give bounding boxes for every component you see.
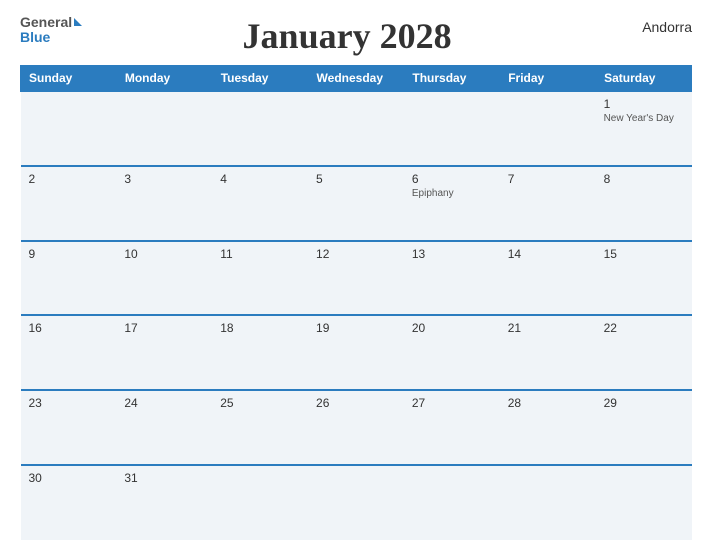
calendar-cell: 24 [116,390,212,465]
header-monday: Monday [116,66,212,92]
header-wednesday: Wednesday [308,66,404,92]
day-number: 7 [508,172,588,186]
calendar-cell: 21 [500,315,596,390]
header-sunday: Sunday [21,66,117,92]
header-thursday: Thursday [404,66,500,92]
calendar-cell: 8 [596,166,692,241]
calendar-week-row: 1 New Year's Day [21,91,692,166]
calendar-week-row: 2 3 4 5 6 Epiphany 7 8 [21,166,692,241]
day-number: 8 [604,172,684,186]
day-number: 25 [220,396,300,410]
calendar-cell: 2 [21,166,117,241]
calendar-page: General Blue January 2028 Andorra Sunday… [0,0,712,550]
calendar-cell: 25 [212,390,308,465]
day-number: 21 [508,321,588,335]
calendar-cell [116,91,212,166]
calendar-week-row: 23 24 25 26 27 28 29 [21,390,692,465]
day-number: 9 [29,247,109,261]
calendar-week-row: 16 17 18 19 20 21 22 [21,315,692,390]
day-number: 28 [508,396,588,410]
calendar-week-row: 30 31 [21,465,692,540]
day-number: 31 [124,471,204,485]
calendar-cell: 30 [21,465,117,540]
calendar-cell [308,465,404,540]
holiday-label: Epiphany [412,188,492,199]
day-number: 23 [29,396,109,410]
day-number: 12 [316,247,396,261]
calendar-title: January 2028 [82,15,612,57]
calendar-cell: 6 Epiphany [404,166,500,241]
day-number: 16 [29,321,109,335]
calendar-cell: 4 [212,166,308,241]
day-number: 4 [220,172,300,186]
day-number: 30 [29,471,109,485]
day-number: 29 [604,396,684,410]
calendar-cell: 16 [21,315,117,390]
calendar-cell [404,91,500,166]
calendar-cell: 5 [308,166,404,241]
calendar-cell: 11 [212,241,308,316]
calendar-cell: 3 [116,166,212,241]
weekday-header-row: Sunday Monday Tuesday Wednesday Thursday… [21,66,692,92]
calendar-cell [500,91,596,166]
calendar-cell: 22 [596,315,692,390]
calendar-cell [212,465,308,540]
day-number: 2 [29,172,109,186]
day-number: 5 [316,172,396,186]
calendar-cell: 1 New Year's Day [596,91,692,166]
logo-blue-text: Blue [20,30,82,45]
calendar-cell: 31 [116,465,212,540]
calendar-cell: 15 [596,241,692,316]
calendar-cell [500,465,596,540]
calendar-cell: 9 [21,241,117,316]
calendar-table: Sunday Monday Tuesday Wednesday Thursday… [20,65,692,540]
day-number: 3 [124,172,204,186]
calendar-week-row: 9 10 11 12 13 14 15 [21,241,692,316]
calendar-cell: 29 [596,390,692,465]
region-label: Andorra [612,15,692,35]
calendar-cell: 12 [308,241,404,316]
calendar-cell: 26 [308,390,404,465]
calendar-cell: 18 [212,315,308,390]
day-number: 20 [412,321,492,335]
logo-triangle-icon [74,18,82,26]
calendar-cell: 7 [500,166,596,241]
header-friday: Friday [500,66,596,92]
header-saturday: Saturday [596,66,692,92]
calendar-cell: 14 [500,241,596,316]
day-number: 27 [412,396,492,410]
day-number: 13 [412,247,492,261]
calendar-cell [404,465,500,540]
day-number: 22 [604,321,684,335]
calendar-cell [308,91,404,166]
day-number: 24 [124,396,204,410]
day-number: 6 [412,172,492,186]
day-number: 18 [220,321,300,335]
day-number: 19 [316,321,396,335]
day-number: 1 [604,97,684,111]
header: General Blue January 2028 Andorra [20,15,692,57]
day-number: 11 [220,247,300,261]
calendar-cell: 10 [116,241,212,316]
day-number: 15 [604,247,684,261]
calendar-cell: 27 [404,390,500,465]
calendar-cell [212,91,308,166]
calendar-cell [21,91,117,166]
calendar-cell: 13 [404,241,500,316]
logo: General Blue [20,15,82,46]
day-number: 10 [124,247,204,261]
day-number: 26 [316,396,396,410]
holiday-label: New Year's Day [604,113,684,124]
day-number: 17 [124,321,204,335]
header-tuesday: Tuesday [212,66,308,92]
calendar-cell: 28 [500,390,596,465]
day-number: 14 [508,247,588,261]
title-area: January 2028 [82,15,612,57]
calendar-cell: 20 [404,315,500,390]
calendar-cell: 19 [308,315,404,390]
calendar-cell: 17 [116,315,212,390]
logo-general-text: General [20,15,72,30]
calendar-cell: 23 [21,390,117,465]
calendar-cell [596,465,692,540]
